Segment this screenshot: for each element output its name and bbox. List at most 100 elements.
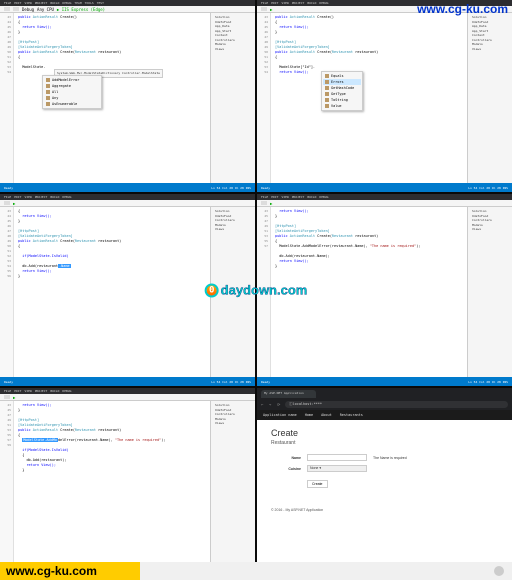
- solution-explorer[interactable]: Solution OdeToFood Controllers Models Vi…: [210, 401, 255, 571]
- toolbar[interactable]: ▶: [257, 200, 512, 207]
- page-subtitle: Restaurant: [271, 440, 498, 446]
- menu-item[interactable]: BUILD: [50, 195, 59, 199]
- menu-test[interactable]: TEST: [97, 1, 104, 5]
- page-title: Create: [271, 428, 498, 438]
- debug-config[interactable]: Debug: [22, 7, 34, 12]
- menu-item[interactable]: VIEW: [281, 195, 288, 199]
- menu-item[interactable]: EDIT: [271, 1, 278, 5]
- menu-item[interactable]: EDIT: [14, 195, 21, 199]
- url-bar: ← → ⟳ ⓘ localhost:****: [257, 398, 512, 410]
- forward-icon[interactable]: →: [269, 402, 274, 407]
- intellisense-popup[interactable]: AddModelError Aggregate All Any AsEnumer…: [42, 75, 102, 109]
- nav-link-restaurants[interactable]: Restaurants: [340, 413, 363, 417]
- run-button[interactable]: ▶: [13, 395, 15, 400]
- menu-item[interactable]: FILE: [4, 389, 11, 393]
- toolbar[interactable]: Debug Any CPU ▶ IIS Express (Edge): [0, 6, 255, 13]
- menu-item[interactable]: PROJECT: [35, 389, 48, 393]
- menu-item[interactable]: EDIT: [14, 389, 21, 393]
- browser-tabs[interactable]: My ASP.NET Application: [257, 388, 512, 398]
- solution-item[interactable]: Views: [470, 47, 510, 52]
- line-number: 57: [257, 244, 270, 249]
- toolbar-button[interactable]: [261, 201, 267, 205]
- platform-config[interactable]: Any CPU: [37, 7, 54, 12]
- solution-explorer[interactable]: Solution OdeToFood App_Data App_Start Co…: [210, 13, 255, 183]
- nav-brand[interactable]: Application name: [263, 413, 297, 417]
- property-icon: [325, 80, 329, 84]
- run-button[interactable]: ▶: [13, 201, 15, 206]
- editor-main: 43 44 45 46 47 48 49 50 51 52 53 54 publ…: [257, 13, 512, 183]
- form-row-name: Name The Name is required: [271, 454, 498, 461]
- solution-explorer[interactable]: Solution OdeToFood App_Data App_Start Co…: [467, 13, 512, 183]
- menu-file[interactable]: FILE: [4, 1, 11, 5]
- solution-item[interactable]: Views: [213, 421, 253, 426]
- menu-item[interactable]: PROJECT: [292, 1, 305, 5]
- cuisine-select[interactable]: None ▾: [307, 465, 367, 472]
- method-icon: [325, 92, 329, 96]
- back-icon[interactable]: ←: [261, 402, 266, 407]
- browser-tab[interactable]: My ASP.NET Application: [261, 390, 316, 398]
- menu-project[interactable]: PROJECT: [35, 1, 48, 5]
- menu-item[interactable]: BUILD: [307, 1, 316, 5]
- run-button[interactable]: ▶: [270, 7, 272, 12]
- run-button[interactable]: ▶ IIS Express (Edge): [57, 7, 105, 12]
- toolbar-button[interactable]: [4, 201, 10, 205]
- menu-view[interactable]: VIEW: [24, 1, 31, 5]
- toolbar-button[interactable]: [13, 7, 19, 11]
- menu-item[interactable]: EDIT: [271, 195, 278, 199]
- intellisense-item[interactable]: AsEnumerable: [44, 101, 100, 107]
- toolbar[interactable]: ▶: [0, 394, 255, 401]
- reload-icon[interactable]: ⟳: [277, 402, 282, 407]
- status-right: Ln 54 Col 28 Ch 28 INS: [468, 380, 508, 384]
- code-editor[interactable]: { return View(); } [HttpPost] [ValidateA…: [14, 207, 210, 377]
- menu-item[interactable]: BUILD: [50, 389, 59, 393]
- menu-item[interactable]: PROJECT: [292, 195, 305, 199]
- address-bar[interactable]: ⓘ localhost:****: [285, 401, 508, 408]
- status-right: Ln 54 Col 28 Ch 28 INS: [211, 380, 251, 384]
- menu-item[interactable]: DEBUG: [319, 1, 328, 5]
- intellisense-popup[interactable]: Equals Errors GetHashCode GetType ToStri…: [321, 71, 363, 111]
- toolbar-button[interactable]: [4, 395, 10, 399]
- nav-link-about[interactable]: About: [321, 413, 332, 417]
- run-button[interactable]: ▶: [270, 201, 272, 206]
- menu-item[interactable]: VIEW: [24, 195, 31, 199]
- menu-item[interactable]: DEBUG: [62, 195, 71, 199]
- page-content: Create Restaurant Name The Name is requi…: [257, 420, 512, 580]
- menu-item[interactable]: BUILD: [307, 195, 316, 199]
- code-editor[interactable]: return View(); } [HttpPost] [ValidateAnt…: [14, 401, 210, 571]
- code-editor[interactable]: public ActionResult Create() { return Vi…: [14, 13, 210, 183]
- solution-item[interactable]: Views: [470, 227, 510, 232]
- menu-item[interactable]: DEBUG: [62, 389, 71, 393]
- toolbar[interactable]: ▶: [0, 200, 255, 207]
- status-left: Ready: [261, 380, 270, 384]
- nav-link-home[interactable]: Home: [305, 413, 313, 417]
- solution-explorer[interactable]: Solution OdeToFood Controllers Models Vi…: [467, 207, 512, 377]
- form-row-cuisine: Cuisine None ▾: [271, 465, 498, 472]
- menu-edit[interactable]: EDIT: [14, 1, 21, 5]
- toolbar-button[interactable]: [4, 7, 10, 11]
- menu-item[interactable]: VIEW: [281, 1, 288, 5]
- solution-item[interactable]: Views: [213, 47, 253, 52]
- menu-item[interactable]: DEBUG: [319, 195, 328, 199]
- menu-debug[interactable]: DEBUG: [62, 1, 71, 5]
- menu-item[interactable]: FILE: [261, 195, 268, 199]
- menu-build[interactable]: BUILD: [50, 1, 59, 5]
- watermark-middle: 0 daydown.com: [205, 283, 308, 298]
- menu-item[interactable]: FILE: [4, 195, 11, 199]
- name-label: Name: [271, 456, 301, 460]
- menu-tools[interactable]: TOOLS: [85, 1, 94, 5]
- line-gutter: 43 45 47 49 51 53 55 57 59: [0, 401, 14, 571]
- menu-item[interactable]: PROJECT: [35, 195, 48, 199]
- watermark-middle-text: daydown.com: [221, 283, 308, 298]
- menu-item[interactable]: FILE: [261, 1, 268, 5]
- solution-item[interactable]: Views: [213, 227, 253, 232]
- menu-item[interactable]: VIEW: [24, 389, 31, 393]
- menu-team[interactable]: TEAM: [74, 1, 81, 5]
- name-input[interactable]: [307, 454, 367, 461]
- status-bar: Ready Ln 54 Col 28 Ch 28 INS: [0, 183, 255, 192]
- toolbar-button[interactable]: [261, 7, 267, 11]
- watermark-top-right: www.cg-ku.com: [417, 2, 508, 16]
- submit-button[interactable]: Create: [307, 480, 328, 488]
- code-editor[interactable]: public ActionResult Create() { return Vi…: [271, 13, 467, 183]
- method-icon: [46, 96, 50, 100]
- intellisense-item[interactable]: Value: [323, 103, 361, 109]
